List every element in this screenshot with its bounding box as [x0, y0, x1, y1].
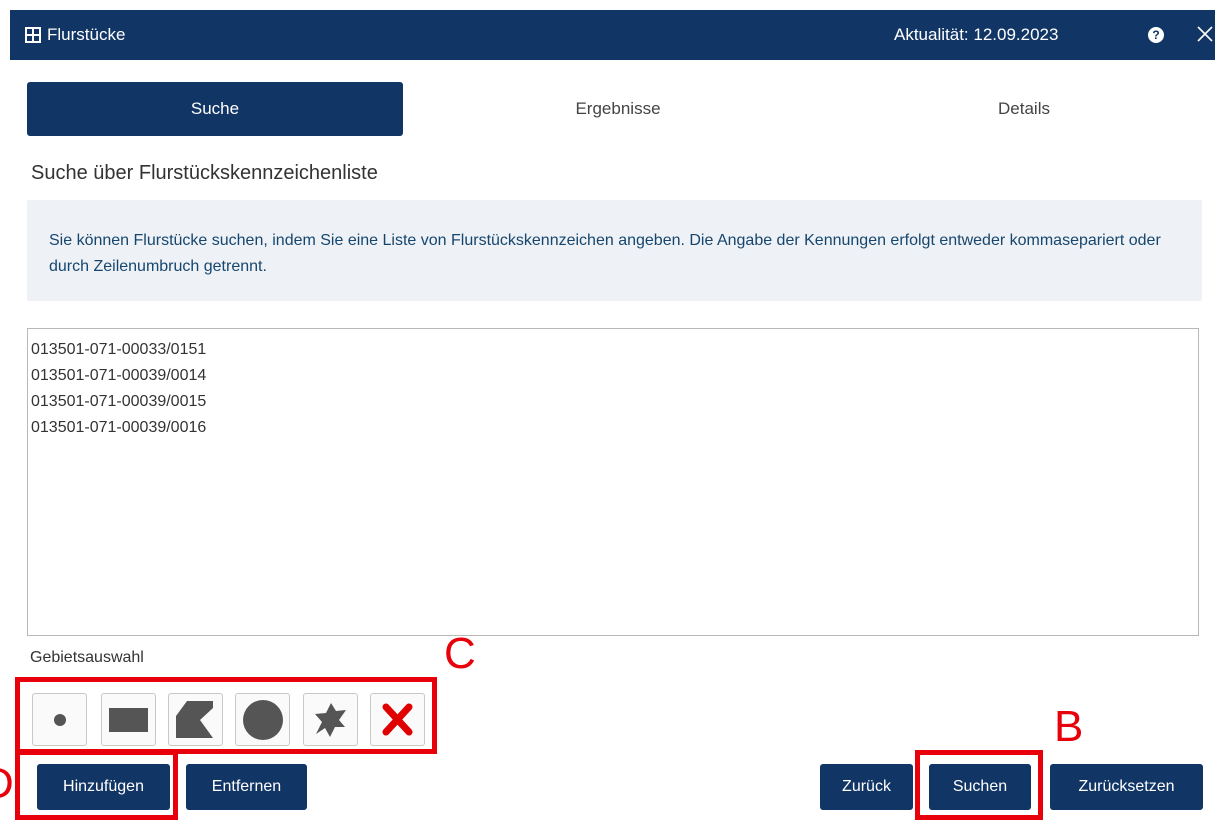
- data-currency-date: Aktualität: 12.09.2023: [894, 25, 1059, 44]
- tab-suche[interactable]: Suche: [27, 82, 403, 136]
- info-text: Sie können Flurstücke suchen, indem Sie …: [49, 232, 1161, 275]
- annotation-box-c: [15, 677, 437, 754]
- reset-button[interactable]: Zurücksetzen: [1050, 764, 1203, 810]
- window-title: Flurstücke: [47, 25, 126, 44]
- identifier-line: 013501-071-00039/0015: [31, 393, 207, 410]
- back-button[interactable]: Zurück: [820, 764, 913, 810]
- section-heading: Suche über Flurstückskennzeichenliste: [31, 162, 378, 184]
- search-button[interactable]: Suchen: [929, 764, 1031, 810]
- table-grid-icon: [25, 27, 41, 43]
- window-titlebar: Flurstücke Aktualität: 12.09.2023 ?: [10, 10, 1215, 60]
- help-circle-icon[interactable]: ?: [1148, 27, 1164, 43]
- identifier-line: 013501-071-00039/0014: [31, 367, 207, 384]
- info-box: Sie können Flurstücke suchen, indem Sie …: [27, 200, 1202, 301]
- area-selection-label: Gebietsauswahl: [30, 649, 144, 666]
- remove-button[interactable]: Entfernen: [186, 764, 307, 810]
- annotation-label-b: B: [1054, 702, 1084, 751]
- tab-ergebnisse[interactable]: Ergebnisse: [430, 82, 806, 136]
- add-button[interactable]: Hinzufügen: [37, 764, 170, 810]
- identifier-line: 013501-071-00033/0151: [31, 341, 207, 358]
- annotation-label-d: D: [0, 762, 14, 806]
- tab-details[interactable]: Details: [836, 82, 1212, 136]
- identifier-line: 013501-071-00039/0016: [31, 419, 207, 436]
- identifier-list-textarea[interactable]: 013501-071-00033/0151 013501-071-00039/0…: [27, 328, 1199, 636]
- close-icon[interactable]: [1196, 25, 1214, 43]
- annotation-label-c: C: [444, 629, 476, 678]
